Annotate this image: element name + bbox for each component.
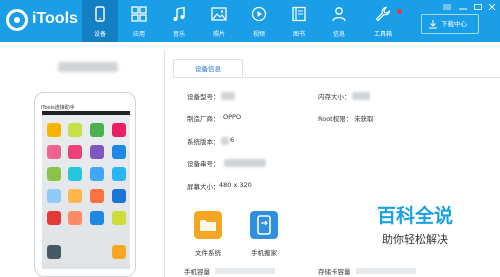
app-icon [90, 189, 104, 203]
app-title: iTools [32, 10, 78, 27]
phone-transfer-label: 手机搬家 [251, 249, 277, 257]
phone-storage-bar [215, 268, 275, 274]
app-icon [47, 123, 61, 137]
memory-value-redacted [352, 92, 370, 100]
app-logo: iTools [6, 7, 78, 35]
close-icon[interactable] [488, 4, 496, 10]
app-icon [112, 145, 126, 159]
nav-item-music[interactable]: 音乐 [161, 0, 197, 42]
os-version-redacted [221, 137, 229, 145]
phone-transfer-button[interactable]: 手机搬家 [229, 207, 299, 262]
app-icon [68, 211, 82, 225]
phone-icon [95, 6, 105, 22]
nav-label: 工具箱 [373, 31, 392, 38]
app-icon [112, 189, 126, 203]
minimize-icon[interactable] [459, 4, 467, 10]
itools-logo-icon [6, 9, 28, 31]
app-icon [112, 245, 126, 259]
nav-item-messages[interactable]: 信息 [321, 0, 357, 42]
watermark-subtitle: 助你轻松解决 [382, 233, 448, 246]
app-icon [47, 211, 61, 225]
watermark-title: 百科全说 [376, 205, 453, 227]
serial-label: 设备串号： [187, 160, 220, 168]
maximize-icon[interactable] [474, 4, 482, 10]
download-center-button[interactable]: 下载中心 [421, 14, 479, 34]
phone-screen [42, 115, 130, 269]
app-icon [90, 145, 104, 159]
nav-item-books[interactable]: 图书 [281, 0, 317, 42]
nav-label: 照片 [212, 31, 225, 38]
notification-dot [397, 9, 402, 14]
photo-icon [211, 7, 227, 21]
music-note-icon [173, 6, 185, 21]
app-icon [47, 245, 61, 259]
phone-preview: iTools连接助手 [34, 92, 136, 277]
model-label: 设备型号： [187, 93, 220, 101]
nav-label: 图书 [292, 31, 305, 38]
serial-value-redacted [224, 159, 266, 167]
tab-underline [173, 77, 500, 78]
phone-storage-label: 手机容量 [184, 268, 210, 276]
os-version-value: 6 [230, 136, 235, 144]
person-icon [332, 7, 346, 22]
nav-item-toolbox[interactable]: 工具箱 [365, 0, 401, 42]
nav-label: 信息 [332, 31, 345, 38]
manufacturer-label: 制造厂商： [187, 115, 220, 123]
download-icon [429, 20, 437, 29]
root-label: Root权限： [318, 115, 353, 123]
phone-transfer-icon [250, 211, 278, 239]
screen-size-value: 480 x 320 [219, 181, 252, 189]
phone-screen-title: iTools连接助手 [41, 105, 75, 111]
app-icon [68, 167, 82, 181]
nav-item-photos[interactable]: 照片 [201, 0, 237, 42]
root-value: 未获取 [354, 115, 374, 123]
video-play-icon [251, 6, 267, 22]
app-icon [112, 211, 126, 225]
nav-label: 视频 [252, 31, 265, 38]
nav-item-video[interactable]: 视频 [241, 0, 277, 42]
app-icon [47, 189, 61, 203]
memory-label: 内存大小： [318, 93, 351, 101]
nav-item-apps[interactable]: 应用 [121, 0, 157, 42]
app-icon [68, 189, 82, 203]
manufacturer-value: OPPO [223, 113, 242, 121]
watermark: 百科全说 助你轻松解决 [365, 201, 465, 251]
folder-icon [194, 211, 222, 239]
download-center-label: 下载中心 [441, 20, 467, 28]
screen-size-label: 屏幕大小： [187, 183, 220, 191]
apps-grid-icon [131, 6, 147, 22]
top-bar: iTools 设备 应用 音乐 照片 视频 图书 信息 工具箱 下载中心 [0, 0, 500, 42]
panel-divider [164, 50, 165, 277]
app-icon [68, 123, 82, 137]
nav-item-device[interactable]: 设备 [82, 0, 118, 42]
app-icon [47, 167, 61, 181]
model-value-redacted [221, 92, 235, 100]
card-storage-label: 存储卡容量 [318, 268, 351, 276]
menu-icon[interactable] [443, 4, 451, 10]
app-icon [90, 167, 104, 181]
app-icon [68, 145, 82, 159]
nav-label: 设备 [93, 31, 106, 38]
app-icon [90, 123, 104, 137]
device-name-redacted [58, 62, 118, 72]
nav-label: 音乐 [172, 31, 185, 38]
os-version-label: 系统版本： [187, 138, 220, 146]
app-icon [90, 211, 104, 225]
app-icon [112, 167, 126, 181]
book-icon [292, 6, 306, 22]
wrench-icon [375, 6, 391, 22]
nav-label: 应用 [132, 31, 145, 38]
card-storage-bar [356, 268, 416, 274]
app-icon [112, 123, 126, 137]
app-icon [47, 145, 61, 159]
tab-device-info[interactable]: 设备信息 [173, 59, 243, 78]
